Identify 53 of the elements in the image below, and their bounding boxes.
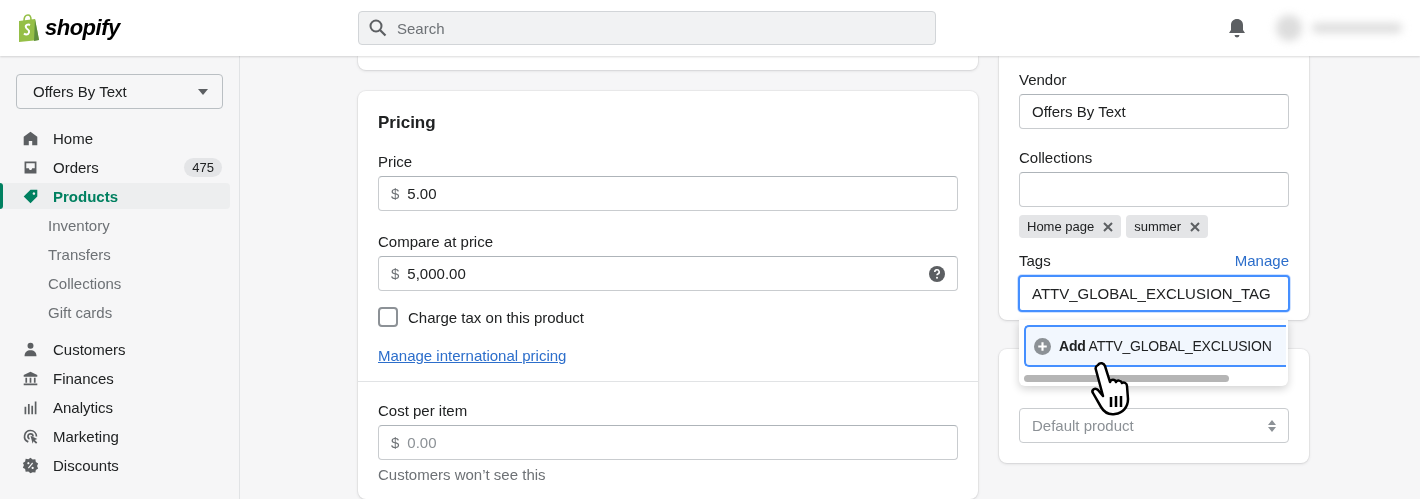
nav-item[interactable]: Analytics: [0, 394, 230, 420]
tag-icon: [22, 187, 39, 205]
collection-tag: summer: [1126, 215, 1209, 238]
bank-icon: [22, 369, 39, 387]
add-tag-option[interactable]: Add ATTV_GLOBAL_EXCLUSION: [1024, 325, 1286, 367]
nav-item[interactable]: Discounts: [0, 452, 230, 478]
search-field[interactable]: Search: [358, 11, 936, 45]
checkbox-label: Charge tax on this product: [408, 308, 584, 326]
tags-field[interactable]: ATTV_GLOBAL_EXCLUSION_TAG: [1018, 275, 1290, 312]
field-label: Collections: [1019, 149, 1094, 166]
percent-icon: [22, 456, 39, 474]
cost-field[interactable]: $ 0.00: [378, 425, 958, 460]
collections-field[interactable]: [1019, 172, 1289, 207]
nav-subitem[interactable]: Collections: [0, 270, 230, 296]
nav-item[interactable]: Marketing: [0, 423, 230, 449]
nav-item[interactable]: Products: [0, 183, 230, 209]
help-text: Customers won’t see this: [378, 466, 547, 483]
international-pricing-link[interactable]: Manage international pricing: [378, 347, 567, 364]
shopping-bag-icon: [16, 14, 42, 42]
caret-icon: [198, 88, 208, 95]
target-icon: [22, 427, 39, 445]
close-icon[interactable]: [1190, 221, 1201, 232]
count-badge: 475: [184, 157, 222, 177]
nav-subitem[interactable]: Gift cards: [0, 299, 230, 325]
price-field[interactable]: $ 5.00: [378, 176, 958, 211]
nav-item[interactable]: Customers: [0, 336, 230, 362]
help-icon[interactable]: [929, 265, 945, 282]
nav-item[interactable]: Orders 475: [0, 154, 230, 180]
compare-price-field[interactable]: $ 5,000.00: [378, 256, 958, 291]
plus-circle-icon: [1034, 337, 1051, 355]
manage-link[interactable]: Manage: [1234, 252, 1289, 269]
section-title: Pricing: [378, 113, 437, 133]
field-label: Compare at price: [378, 233, 495, 250]
sort-arrows-icon: [1268, 419, 1276, 432]
logo-text[interactable]: shopify: [45, 15, 120, 41]
field-label: Cost per item: [378, 402, 469, 419]
nav-item[interactable]: Finances: [0, 365, 230, 391]
field-label: Vendor: [1019, 71, 1068, 88]
person-icon: [22, 340, 39, 358]
vendor-field[interactable]: Offers By Text: [1019, 94, 1289, 129]
field-label: Price: [378, 153, 414, 170]
close-icon[interactable]: [1103, 221, 1114, 232]
field-label: Tags: [1019, 252, 1051, 269]
notification-bell-icon[interactable]: [1228, 18, 1246, 38]
nav-subitem[interactable]: Inventory: [0, 212, 230, 238]
nav-item[interactable]: Home: [0, 125, 230, 151]
checkbox[interactable]: [378, 307, 398, 327]
collection-tag: Home page: [1019, 215, 1122, 238]
scrollbar[interactable]: [1024, 375, 1229, 382]
search-icon: [369, 19, 387, 37]
home-icon: [22, 129, 39, 147]
store-selector[interactable]: Offers By Text: [16, 74, 223, 109]
nav-subitem[interactable]: Transfers: [0, 241, 230, 267]
